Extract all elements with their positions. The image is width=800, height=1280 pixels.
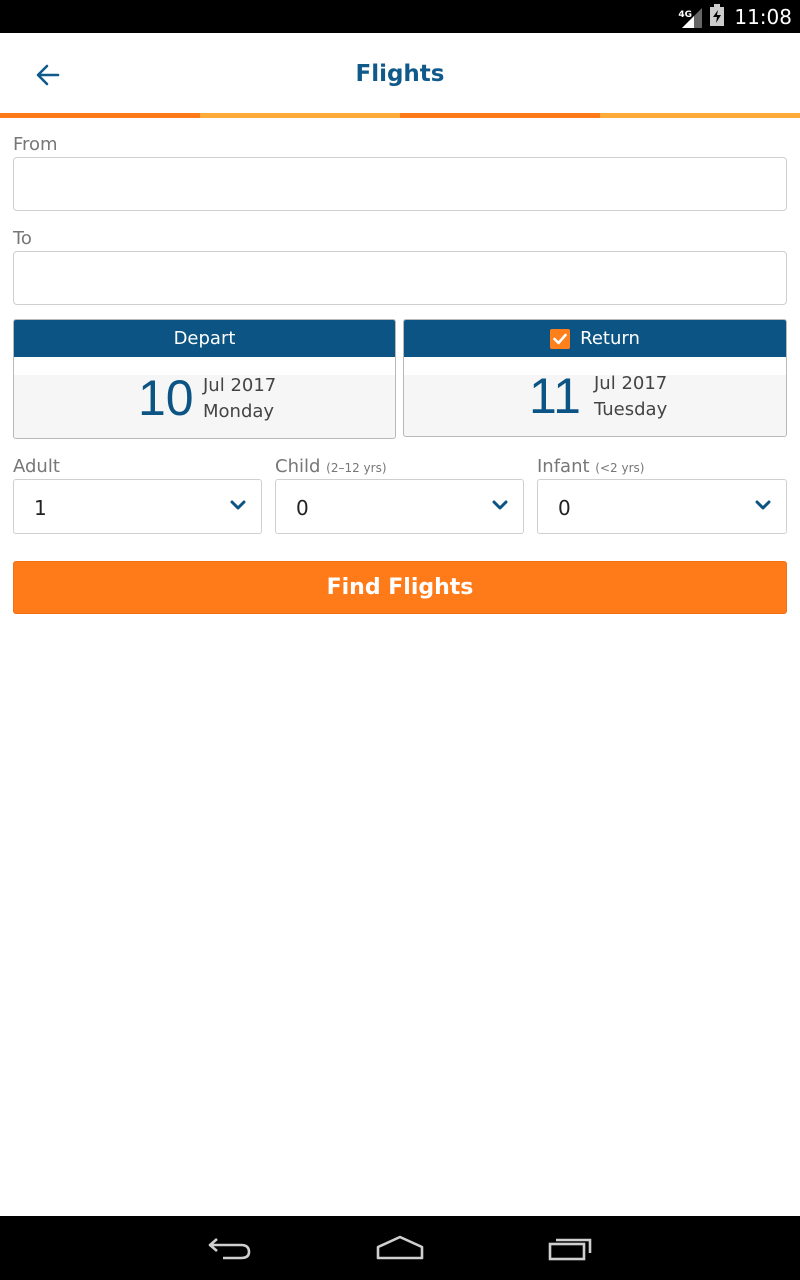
nav-home-button[interactable] <box>370 1228 430 1268</box>
infant-value: 0 <box>558 496 571 520</box>
child-value: 0 <box>296 496 309 520</box>
page-title: Flights <box>355 61 445 87</box>
nav-recents-button[interactable] <box>540 1228 600 1268</box>
return-weekday: Tuesday <box>594 399 668 420</box>
child-label: Child (2–12 yrs) <box>275 456 387 477</box>
recents-icon <box>548 1238 592 1261</box>
app-header: Flights <box>0 33 800 113</box>
depart-label: Depart <box>173 328 236 349</box>
depart-date-picker[interactable]: Depart 10 Jul 2017 Monday <box>13 319 396 439</box>
clock: 11:08 <box>734 4 792 29</box>
adult-label-text: Adult <box>13 456 60 477</box>
adult-select[interactable]: 1 <box>13 479 262 534</box>
return-date-body: 11 Jul 2017 Tuesday <box>404 357 786 436</box>
return-date-picker[interactable]: Return 11 Jul 2017 Tuesday <box>403 319 787 437</box>
status-icons: 4G 11:08 <box>678 0 792 33</box>
depart-header: Depart <box>14 320 395 357</box>
back-icon <box>208 1238 251 1260</box>
from-label: From <box>13 134 58 155</box>
return-month-year: Jul 2017 <box>594 373 668 394</box>
nav-back-button[interactable] <box>200 1228 260 1268</box>
chevron-down-icon <box>492 500 508 510</box>
find-flights-button[interactable]: Find Flights <box>13 561 787 614</box>
infant-select[interactable]: 0 <box>537 479 787 534</box>
child-select[interactable]: 0 <box>275 479 524 534</box>
return-checkbox[interactable] <box>550 328 571 349</box>
depart-day: 10 <box>138 370 194 426</box>
to-input[interactable] <box>13 251 787 305</box>
child-label-text: Child <box>275 456 321 477</box>
depart-date-body: 10 Jul 2017 Monday <box>14 357 395 438</box>
check-icon <box>553 333 567 344</box>
depart-month-year: Jul 2017 <box>203 375 277 396</box>
to-label: To <box>13 228 32 249</box>
return-label: Return <box>580 328 640 349</box>
chevron-down-icon <box>755 500 771 510</box>
chevron-down-icon <box>230 500 246 510</box>
status-bar: 4G 11:08 <box>0 0 800 33</box>
adult-value: 1 <box>34 496 47 520</box>
adult-label: Adult <box>13 456 60 477</box>
depart-weekday: Monday <box>203 401 275 422</box>
infant-label: Infant (<2 yrs) <box>537 456 644 477</box>
from-input[interactable] <box>13 157 787 211</box>
navigation-bar <box>0 1216 800 1280</box>
child-age-hint: (2–12 yrs) <box>326 461 387 475</box>
signal-icon: 4G <box>678 6 704 28</box>
return-day: 11 <box>529 368 581 424</box>
return-header: Return <box>404 320 786 357</box>
accent-strip <box>0 113 800 118</box>
infant-label-text: Infant <box>537 456 590 477</box>
home-icon <box>376 1235 424 1260</box>
battery-icon <box>710 3 725 30</box>
infant-age-hint: (<2 yrs) <box>595 461 645 475</box>
